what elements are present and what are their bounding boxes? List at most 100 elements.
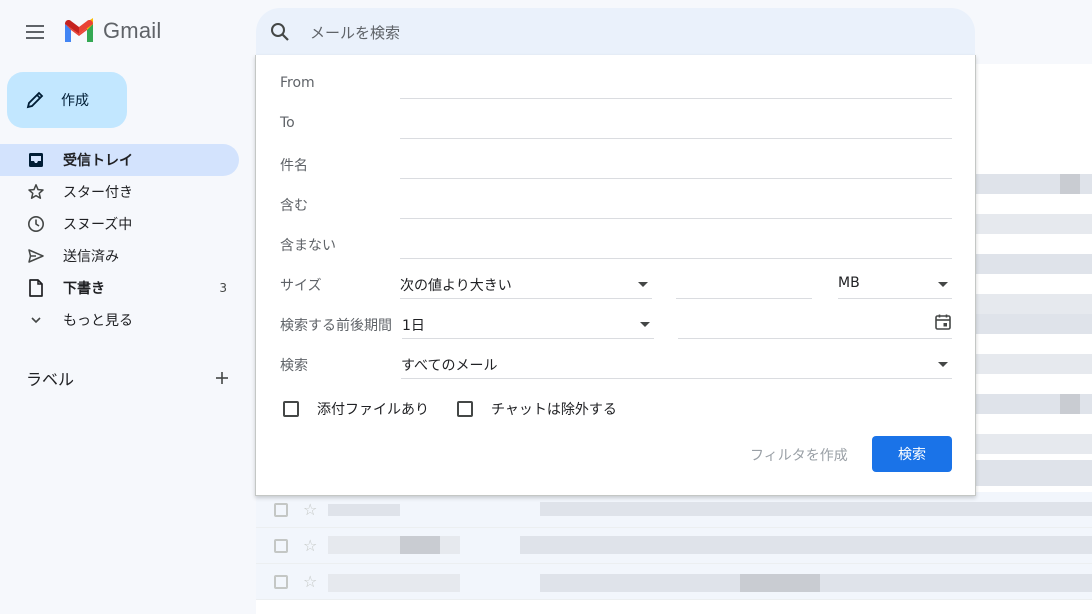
sidebar-item-label: 下書き <box>63 281 105 297</box>
date-within-row: 検索する前後期間 1日 <box>280 309 952 339</box>
sidebar-item-label: もっと見る <box>63 313 133 329</box>
row-checkbox[interactable] <box>274 502 288 517</box>
star-icon <box>26 182 46 202</box>
create-filter-button[interactable]: フィルタを作成 <box>750 445 848 465</box>
from-label: From <box>280 75 315 91</box>
sidebar-item-snoozed[interactable]: スヌーズ中 <box>0 208 239 240</box>
obscured-block <box>1060 174 1080 194</box>
dropdown-arrow-icon <box>640 322 650 327</box>
field-underline <box>400 218 952 219</box>
sidebar-item-starred[interactable]: スター付き <box>0 176 239 208</box>
search-icon[interactable] <box>268 20 292 44</box>
subject-label: 件名 <box>280 158 308 174</box>
from-field[interactable] <box>400 69 952 98</box>
star-icon[interactable]: ☆ <box>303 536 317 555</box>
subject-field[interactable] <box>400 149 952 178</box>
obscured-block <box>520 536 1092 554</box>
no-words-field-row: 含まない <box>280 229 952 259</box>
to-field-row: To <box>280 109 952 139</box>
obscured-block <box>976 254 1092 274</box>
exclude-chats-checkbox[interactable] <box>457 401 473 417</box>
clock-icon <box>26 214 46 234</box>
star-icon[interactable]: ☆ <box>303 572 317 591</box>
draft-icon <box>26 278 46 298</box>
pencil-icon <box>26 91 44 109</box>
size-value-field[interactable] <box>676 269 812 299</box>
has-attachment-label: 添付ファイルあり <box>317 402 429 418</box>
obscured-block <box>328 536 460 554</box>
search-in-select[interactable]: すべてのメール <box>401 349 952 379</box>
sidebar-item-inbox[interactable]: 受信トレイ <box>0 144 239 176</box>
obscured-block <box>540 502 1092 516</box>
size-operator-select[interactable]: 次の値より大きい <box>400 269 652 299</box>
sidebar-item-label: 送信済み <box>63 249 119 265</box>
field-underline <box>400 258 952 259</box>
menu-line <box>26 25 44 27</box>
gmail-m-icon <box>65 18 93 42</box>
obscured-block <box>740 574 820 592</box>
sidebar-nav: 受信トレイ スター付き スヌーズ中 送信済み 下書き 3 もっと見る <box>0 144 240 336</box>
sidebar-item-label: スター付き <box>63 185 133 201</box>
date-field[interactable] <box>678 309 952 339</box>
obscured-block <box>976 214 1092 234</box>
row-checkbox[interactable] <box>274 538 288 553</box>
has-words-field[interactable] <box>400 189 952 218</box>
menu-line <box>26 37 44 39</box>
search-in-label: 検索 <box>280 358 308 374</box>
sidebar-item-sent[interactable]: 送信済み <box>0 240 239 272</box>
has-attachment-checkbox[interactable] <box>283 401 299 417</box>
date-within-label: 検索する前後期間 <box>280 318 392 334</box>
to-field[interactable] <box>400 109 952 138</box>
size-unit-select[interactable]: MB <box>838 269 952 299</box>
obscured-block <box>976 314 1092 334</box>
labels-section-header: ラベル <box>26 366 232 390</box>
obscured-block <box>976 434 1092 454</box>
plus-icon <box>216 372 228 384</box>
add-label-button[interactable] <box>212 368 232 388</box>
main-menu-button[interactable] <box>22 20 48 44</box>
field-underline <box>400 138 952 139</box>
sidebar-item-label: スヌーズ中 <box>63 217 133 233</box>
size-label: サイズ <box>280 278 322 294</box>
obscured-block <box>400 536 440 554</box>
search-button[interactable]: 検索 <box>872 436 952 472</box>
search-in-value: すべてのメール <box>401 358 498 374</box>
inbox-icon <box>26 150 46 170</box>
size-row: サイズ 次の値より大きい MB <box>280 269 952 299</box>
sidebar-item-label: 受信トレイ <box>63 153 133 169</box>
search-bar[interactable]: メールを検索 <box>256 8 975 56</box>
date-within-select[interactable]: 1日 <box>402 309 654 339</box>
gmail-logo[interactable]: Gmail <box>63 18 161 44</box>
row-checkbox[interactable] <box>274 574 288 589</box>
star-icon[interactable]: ☆ <box>303 500 317 519</box>
obscured-block <box>976 294 1092 314</box>
search-in-row: 検索 すべてのメール <box>280 349 952 379</box>
search-checkboxes: 添付ファイルあり チャットは除外する <box>283 399 645 419</box>
chevron-down-icon <box>26 310 46 330</box>
obscured-block <box>976 354 1092 374</box>
to-label: To <box>280 115 295 131</box>
subject-field-row: 件名 <box>280 149 952 179</box>
obscured-block <box>976 460 1092 486</box>
send-icon <box>26 246 46 266</box>
exclude-chats-label: チャットは除外する <box>491 402 617 418</box>
sidebar-item-drafts[interactable]: 下書き 3 <box>0 272 239 304</box>
compose-button[interactable]: 作成 <box>7 72 127 128</box>
has-words-field-row: 含む <box>280 189 952 219</box>
advanced-search-panel: From To 件名 含む 含まない サイズ 次の値より大きい MB 検索する前… <box>255 55 976 496</box>
no-words-field[interactable] <box>400 229 952 258</box>
dropdown-arrow-icon <box>638 282 648 287</box>
field-underline <box>400 178 952 179</box>
obscured-block <box>1060 394 1080 414</box>
calendar-icon[interactable] <box>934 313 952 331</box>
draft-count-badge: 3 <box>219 281 227 295</box>
field-underline <box>400 98 952 99</box>
sidebar-item-more[interactable]: もっと見る <box>0 304 239 336</box>
obscured-block <box>328 504 400 516</box>
labels-title: ラベル <box>26 370 75 389</box>
app-name: Gmail <box>103 18 162 43</box>
dropdown-arrow-icon <box>938 282 948 287</box>
obscured-block <box>328 574 460 592</box>
no-words-label: 含まない <box>280 238 336 254</box>
search-input[interactable]: メールを検索 <box>310 22 400 43</box>
